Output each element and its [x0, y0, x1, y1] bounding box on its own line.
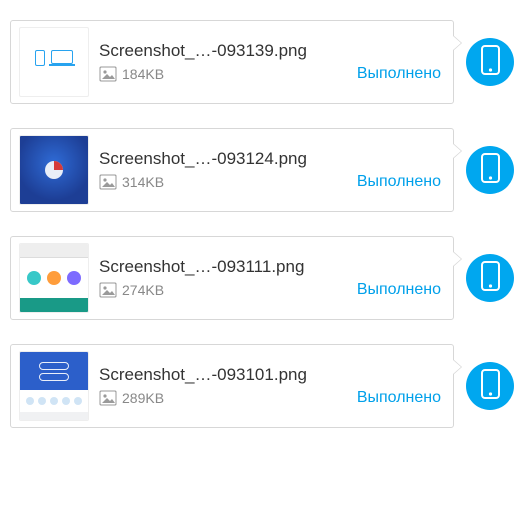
phone-icon: [481, 261, 500, 296]
file-name: Screenshot_…-093139.png: [99, 41, 441, 61]
transfer-status: Выполнено: [357, 173, 441, 191]
image-icon: [99, 66, 117, 82]
file-name: Screenshot_…-093124.png: [99, 149, 441, 169]
list-item: Screenshot_…-093101.png 289KB Выполнено: [10, 344, 514, 428]
file-info: Screenshot_…-093124.png 314KB Выполнено: [99, 149, 441, 191]
file-card[interactable]: Screenshot_…-093124.png 314KB Выполнено: [10, 128, 454, 212]
list-item: Screenshot_…-093111.png 274KB Выполнено: [10, 236, 514, 320]
file-size: 314KB: [122, 174, 164, 190]
file-info: Screenshot_…-093111.png 274KB Выполнено: [99, 257, 441, 299]
file-size: 289KB: [122, 390, 164, 406]
device-badge[interactable]: [466, 38, 514, 86]
device-badge[interactable]: [466, 362, 514, 410]
list-item: Screenshot_…-093124.png 314KB Выполнено: [10, 128, 514, 212]
file-thumbnail: [19, 243, 89, 313]
transfer-status: Выполнено: [357, 281, 441, 299]
transfer-status: Выполнено: [357, 65, 441, 83]
image-icon: [99, 282, 117, 298]
phone-icon: [481, 45, 500, 80]
file-thumbnail: [19, 27, 89, 97]
list-item: Screenshot_…-093139.png 184KB Выполнено: [10, 20, 514, 104]
image-icon: [99, 390, 117, 406]
file-info: Screenshot_…-093101.png 289KB Выполнено: [99, 365, 441, 407]
image-icon: [99, 174, 117, 190]
file-name: Screenshot_…-093111.png: [99, 257, 441, 277]
phone-icon: [481, 153, 500, 188]
file-info: Screenshot_…-093139.png 184KB Выполнено: [99, 41, 441, 83]
file-size: 274KB: [122, 282, 164, 298]
file-card[interactable]: Screenshot_…-093111.png 274KB Выполнено: [10, 236, 454, 320]
file-thumbnail: [19, 135, 89, 205]
phone-icon: [481, 369, 500, 404]
file-thumbnail: [19, 351, 89, 421]
file-card[interactable]: Screenshot_…-093101.png 289KB Выполнено: [10, 344, 454, 428]
file-name: Screenshot_…-093101.png: [99, 365, 441, 385]
device-badge[interactable]: [466, 146, 514, 194]
file-size: 184KB: [122, 66, 164, 82]
transfer-list: Screenshot_…-093139.png 184KB Выполнено: [10, 20, 514, 428]
device-badge[interactable]: [466, 254, 514, 302]
transfer-status: Выполнено: [357, 389, 441, 407]
file-card[interactable]: Screenshot_…-093139.png 184KB Выполнено: [10, 20, 454, 104]
